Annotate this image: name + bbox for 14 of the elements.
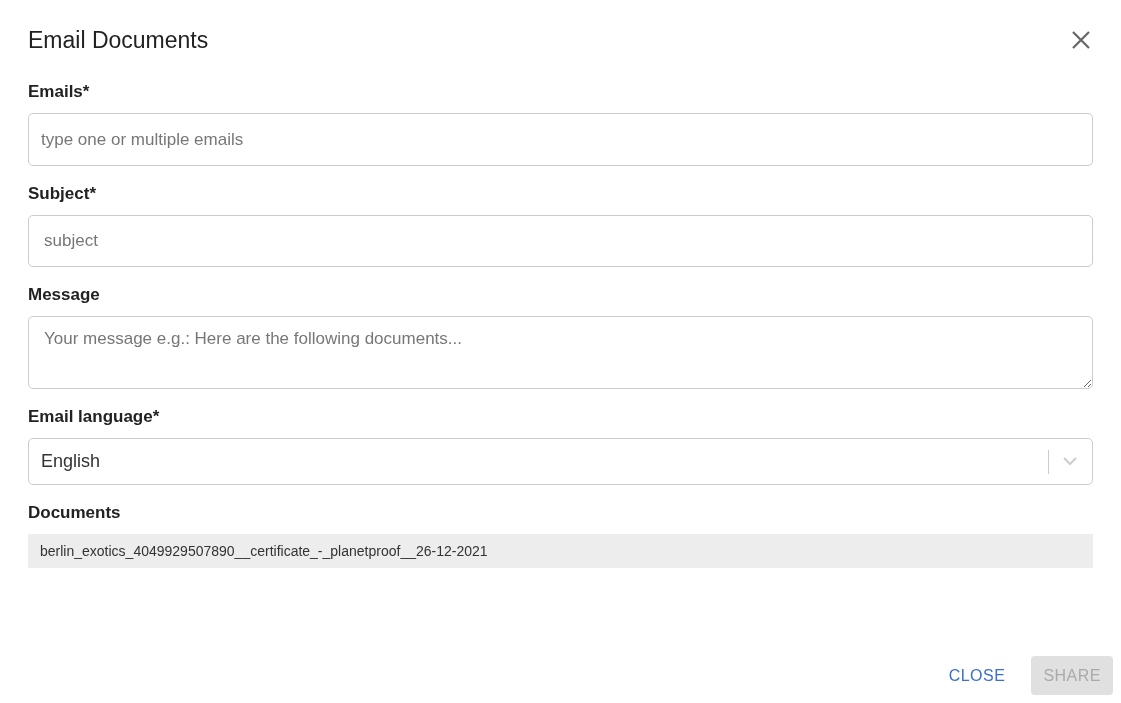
close-icon[interactable] [1071,30,1091,50]
dialog-title: Email Documents [28,26,209,55]
field-label: Email language* [28,407,161,427]
field-label: Subject* [28,184,98,204]
message-field[interactable]: Your message e.g.: Here are the following documents... [28,316,1093,389]
field-label: Emails* [28,82,91,102]
text-field[interactable]: type one or multiple emails [28,113,1093,166]
language-select[interactable]: English [28,438,1093,485]
dialog-button[interactable]: CLOSE [936,656,1018,695]
text-field[interactable]: subject [28,215,1093,267]
section-label: Documents [28,503,122,523]
document-item: berlin_exotics_4049929507890__certificate_-_planetproof__26-12-2021 [28,534,1093,568]
chevron-down-icon [1063,457,1077,466]
field-label: Message [28,285,101,305]
